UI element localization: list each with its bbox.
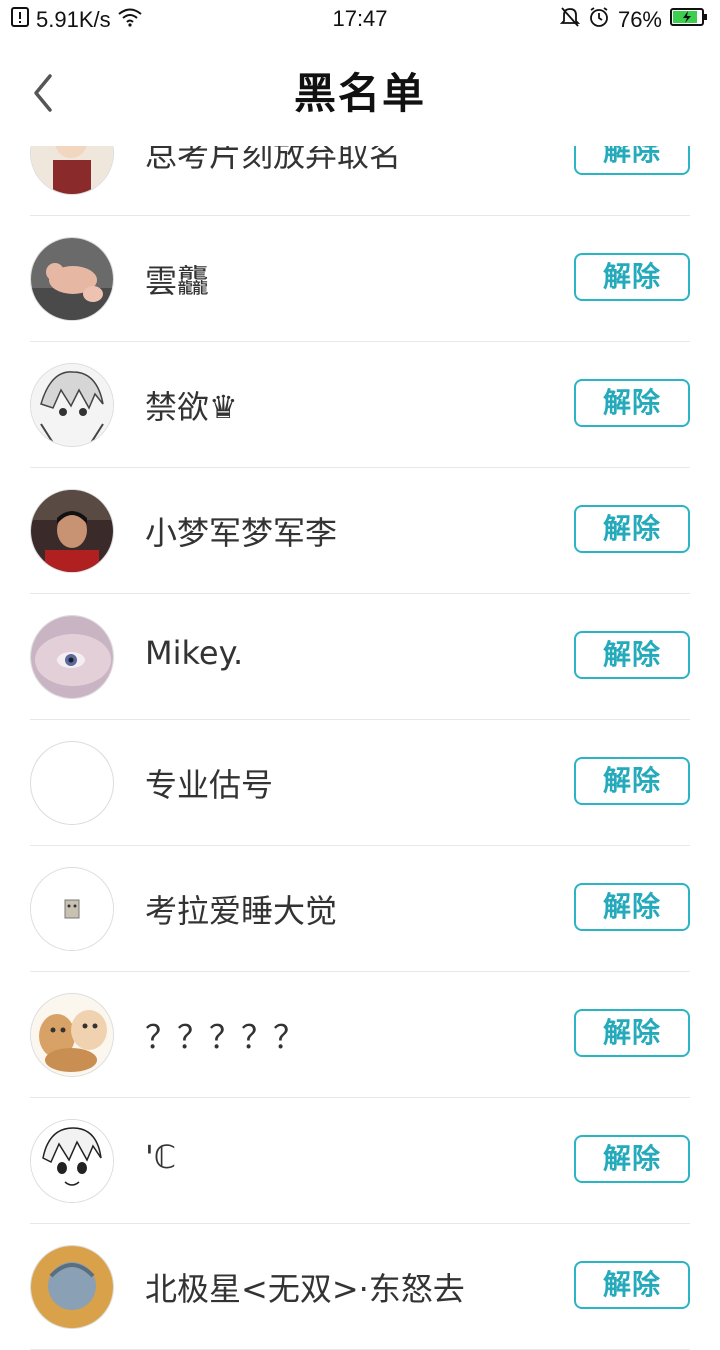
- user-name: Mikey.: [145, 634, 244, 672]
- list-item: 雲龘 解除: [30, 216, 690, 342]
- battery-percent: 76%: [617, 7, 662, 32]
- user-name: ？？？？？: [145, 1018, 306, 1056]
- list-item: 'ℂ 解除: [30, 1098, 690, 1224]
- user-name: 考拉爱睡大觉: [145, 892, 338, 930]
- user-name: 北极星<无双>·东怒去: [145, 1270, 465, 1308]
- list-item: Mikey. 解除: [30, 594, 690, 720]
- unblock-button[interactable]: 解除: [574, 253, 690, 301]
- battery-icon: [670, 7, 708, 33]
- avatar[interactable]: [30, 993, 114, 1077]
- unblock-button[interactable]: 解除: [574, 1009, 690, 1057]
- list-item: 北极星<无双>·东怒去 解除: [30, 1224, 690, 1350]
- page-title: 黑名单: [293, 69, 426, 118]
- unblock-button[interactable]: 解除: [574, 505, 690, 553]
- unblock-button[interactable]: 解除: [574, 757, 690, 805]
- list-item: 禁欲♛ 解除: [30, 342, 690, 468]
- user-name: 禁欲♛: [145, 388, 238, 426]
- user-name: 专业估号: [145, 766, 274, 804]
- list-item: 考拉爱睡大觉 解除: [30, 846, 690, 972]
- alarm-icon: [588, 6, 610, 34]
- avatar[interactable]: [30, 1119, 114, 1203]
- unblock-button[interactable]: 解除: [574, 1135, 690, 1183]
- avatar[interactable]: [30, 363, 114, 447]
- avatar[interactable]: [30, 1245, 114, 1329]
- avatar[interactable]: [30, 489, 114, 573]
- unblock-button[interactable]: 解除: [574, 379, 690, 427]
- unblock-button[interactable]: 解除: [574, 631, 690, 679]
- blocklist: 总考片刻放弃取名 解除 雲龘 解除 禁欲♛ 解除 小梦军梦军李 解除 Mikey…: [0, 90, 720, 1350]
- avatar[interactable]: [30, 237, 114, 321]
- user-name: 小梦军梦军李: [145, 514, 338, 552]
- app-header: 黑名单: [0, 38, 720, 146]
- avatar[interactable]: [30, 867, 114, 951]
- unblock-button[interactable]: 解除: [574, 883, 690, 931]
- user-name: 雲龘: [145, 262, 210, 300]
- avatar[interactable]: [30, 615, 114, 699]
- list-item: 小梦军梦军李 解除: [30, 468, 690, 594]
- list-item: ？？？？？ 解除: [30, 972, 690, 1098]
- list-item: 专业估号 解除: [30, 720, 690, 846]
- status-bar: 5.91K/s 17:47 76%: [0, 0, 720, 38]
- avatar[interactable]: [30, 741, 114, 825]
- unblock-button[interactable]: 解除: [574, 1261, 690, 1309]
- user-name: 'ℂ: [145, 1138, 177, 1176]
- mute-icon: [559, 6, 581, 34]
